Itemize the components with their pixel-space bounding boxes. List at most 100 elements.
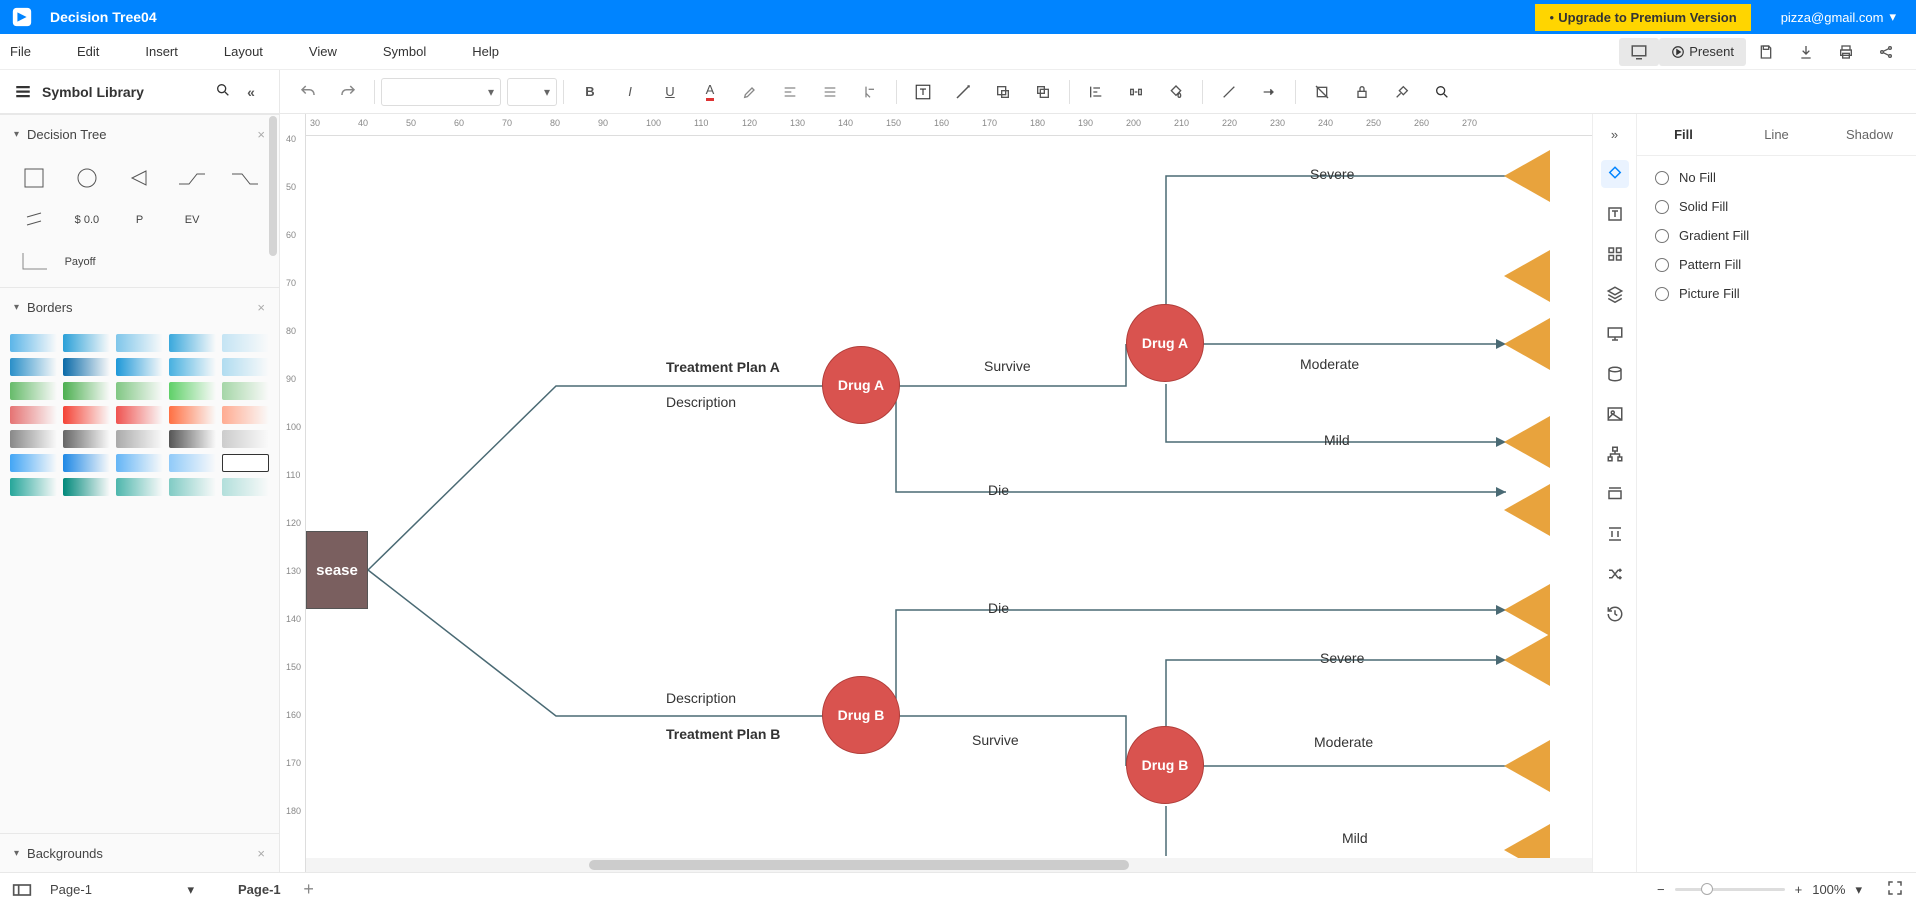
border-swatch[interactable]	[10, 430, 57, 448]
pages-icon[interactable]	[12, 883, 32, 897]
fullscreen-icon[interactable]	[1886, 879, 1904, 900]
vertical-align-button[interactable]	[850, 76, 890, 108]
screen-icon[interactable]	[1619, 38, 1659, 66]
shape-square[interactable]	[12, 161, 57, 195]
shape-cost[interactable]: $ 0.0	[65, 203, 110, 237]
tab-fill[interactable]: Fill	[1637, 114, 1730, 155]
border-swatch[interactable]	[169, 430, 216, 448]
layers-icon[interactable]	[1601, 280, 1629, 308]
presentation-icon[interactable]	[1601, 320, 1629, 348]
border-swatch[interactable]	[116, 478, 163, 496]
border-swatch[interactable]	[116, 358, 163, 376]
save-icon[interactable]	[1746, 38, 1786, 66]
radio-input[interactable]	[1655, 171, 1669, 185]
outcome-triangle[interactable]	[1504, 150, 1550, 202]
border-swatch[interactable]	[10, 454, 57, 472]
border-swatch[interactable]	[169, 454, 216, 472]
shuffle-icon[interactable]	[1601, 560, 1629, 588]
menu-file[interactable]: File	[10, 44, 31, 59]
outcome-triangle[interactable]	[1504, 250, 1550, 302]
upgrade-button[interactable]: Upgrade to Premium Version	[1535, 4, 1750, 31]
align-text-button[interactable]	[770, 76, 810, 108]
spacing-icon[interactable]	[1601, 520, 1629, 548]
shape-ev[interactable]: EV	[170, 203, 215, 237]
zoom-out-button[interactable]: −	[1657, 882, 1665, 897]
shape-prob[interactable]: P	[117, 203, 162, 237]
zoom-slider[interactable]	[1675, 888, 1785, 891]
fill-option[interactable]: No Fill	[1655, 170, 1898, 185]
fill-option[interactable]: Solid Fill	[1655, 199, 1898, 214]
arrow-style-button[interactable]	[1249, 76, 1289, 108]
menu-edit[interactable]: Edit	[77, 44, 99, 59]
menu-layout[interactable]: Layout	[224, 44, 263, 59]
image-icon[interactable]	[1601, 400, 1629, 428]
menu-insert[interactable]: Insert	[145, 44, 178, 59]
border-swatch[interactable]	[116, 382, 163, 400]
border-swatch[interactable]	[10, 382, 57, 400]
shape-payoff[interactable]: Payoff	[65, 245, 162, 279]
horizontal-scrollbar[interactable]	[306, 858, 1592, 872]
border-swatch[interactable]	[63, 406, 110, 424]
menu-view[interactable]: View	[309, 44, 337, 59]
shape-lines[interactable]	[12, 203, 57, 237]
border-swatch[interactable]	[222, 382, 269, 400]
share-icon[interactable]	[1866, 38, 1906, 66]
zoom-value[interactable]: 100%	[1812, 882, 1845, 897]
align-objects-button[interactable]	[1076, 76, 1116, 108]
section-header-decision-tree[interactable]: Decision Tree ×	[0, 115, 279, 153]
menu-symbol[interactable]: Symbol	[383, 44, 426, 59]
border-swatch[interactable]	[63, 358, 110, 376]
border-swatch[interactable]	[10, 334, 57, 352]
section-header-backgrounds[interactable]: Backgrounds ×	[0, 834, 279, 872]
radio-input[interactable]	[1655, 258, 1669, 272]
font-family-select[interactable]: ▾	[381, 78, 501, 106]
outcome-triangle[interactable]	[1504, 740, 1550, 792]
canvas[interactable]: sease Treatment Plan A Description Drug …	[306, 136, 1592, 858]
border-swatch[interactable]	[63, 478, 110, 496]
search-canvas-button[interactable]	[1422, 76, 1462, 108]
collapse-icon[interactable]: «	[237, 84, 265, 100]
chevron-down-icon[interactable]: ▾	[1855, 882, 1862, 898]
border-swatch[interactable]	[116, 334, 163, 352]
text-tool-button[interactable]	[903, 76, 943, 108]
close-icon[interactable]: ×	[257, 846, 265, 861]
fill-color-button[interactable]	[1156, 76, 1196, 108]
shape-branch1[interactable]	[170, 161, 215, 195]
undo-button[interactable]	[288, 76, 328, 108]
border-swatch[interactable]	[169, 358, 216, 376]
border-swatch[interactable]	[63, 430, 110, 448]
font-size-select[interactable]: ▾	[507, 78, 557, 106]
border-swatch[interactable]	[169, 478, 216, 496]
root-node[interactable]: sease	[306, 531, 368, 609]
border-swatch[interactable]	[10, 478, 57, 496]
border-swatch[interactable]	[222, 430, 269, 448]
border-swatch[interactable]	[63, 454, 110, 472]
border-swatch[interactable]	[169, 382, 216, 400]
drug-a-sub-node[interactable]: Drug A	[1126, 304, 1204, 382]
redo-button[interactable]	[328, 76, 368, 108]
italic-button[interactable]: I	[610, 76, 650, 108]
distribute-button[interactable]	[1116, 76, 1156, 108]
radio-input[interactable]	[1655, 200, 1669, 214]
tab-shadow[interactable]: Shadow	[1823, 114, 1916, 155]
print-icon[interactable]	[1826, 38, 1866, 66]
app-logo-icon[interactable]	[0, 0, 44, 34]
border-swatch[interactable]	[169, 334, 216, 352]
fill-option[interactable]: Pattern Fill	[1655, 257, 1898, 272]
section-header-borders[interactable]: Borders ×	[0, 288, 279, 326]
sitemap-icon[interactable]	[1601, 440, 1629, 468]
sidebar-scrollbar[interactable]	[269, 116, 277, 256]
account-menu[interactable]: pizza@gmail.com ▾	[1751, 9, 1916, 25]
outcome-triangle[interactable]	[1504, 584, 1550, 636]
shape-circle[interactable]	[65, 161, 110, 195]
menu-help[interactable]: Help	[472, 44, 499, 59]
fill-tool-icon[interactable]	[1601, 160, 1629, 188]
border-swatch[interactable]	[222, 358, 269, 376]
bold-button[interactable]: B	[570, 76, 610, 108]
shape-triangle[interactable]	[117, 161, 162, 195]
page-select[interactable]: Page-1▾	[42, 878, 202, 902]
border-swatch[interactable]	[222, 478, 269, 496]
border-swatch[interactable]	[169, 406, 216, 424]
text-props-icon[interactable]	[1601, 200, 1629, 228]
shape-axis[interactable]	[12, 245, 57, 279]
